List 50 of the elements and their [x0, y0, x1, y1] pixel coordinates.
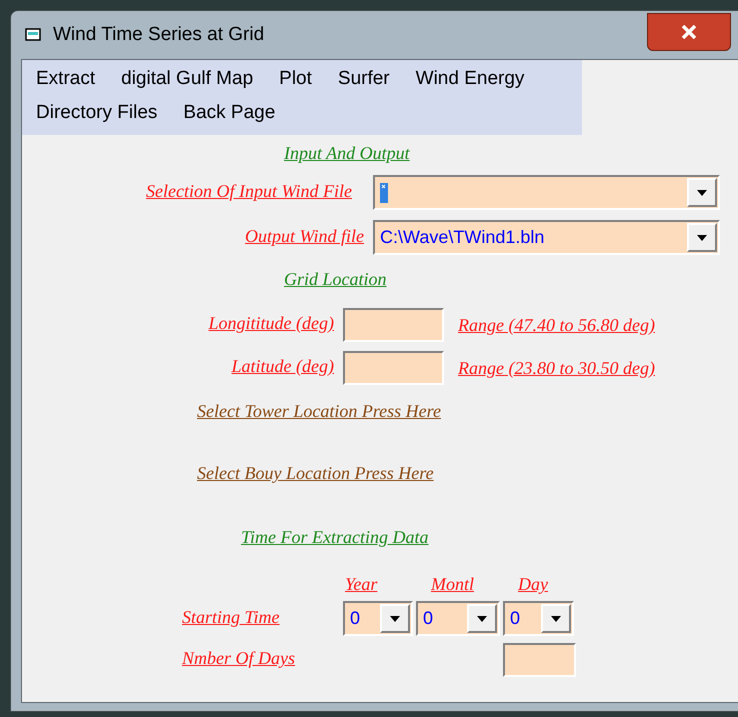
range-label: Range (23.80 to 30.50 deg): [458, 359, 655, 377]
column-header: Day: [518, 574, 548, 594]
output-file-dropdown[interactable]: C:\Wave\TWind1.bln: [373, 220, 720, 255]
column-header: Year: [345, 574, 378, 594]
dropdown-button[interactable]: [467, 604, 497, 633]
section-heading: Time For Extracting Data: [241, 527, 428, 547]
menu-item[interactable]: Directory Files: [36, 99, 158, 127]
column-header: Montl: [431, 574, 474, 594]
menu-item[interactable]: Surfer: [338, 65, 390, 93]
menu-item[interactable]: Back Page: [183, 99, 276, 127]
caret-icon: [390, 616, 400, 622]
field-label: Longititude (deg): [208, 313, 334, 333]
caret-icon: [697, 234, 707, 240]
location-link[interactable]: Select Tower Location Press Here: [197, 401, 441, 421]
range-label: Range (47.40 to 56.80 deg): [458, 316, 655, 334]
close-button[interactable]: [647, 13, 731, 51]
dropdown-button[interactable]: [541, 604, 571, 633]
menu-item[interactable]: Wind Energy: [416, 65, 524, 93]
dropdown-button[interactable]: [380, 604, 410, 633]
combo-value: C:\Wave\TWind1.bln: [380, 226, 544, 249]
dropdown-button[interactable]: [687, 223, 717, 252]
section-heading: Grid Location: [284, 269, 387, 289]
location-link[interactable]: Select Bouy Location Press Here: [197, 463, 434, 483]
field-label: Output Wind file: [245, 226, 364, 246]
date-dropdown[interactable]: 0: [416, 601, 500, 636]
combo-value: 0: [350, 607, 360, 630]
field-label: Latitude (deg): [232, 356, 334, 376]
date-dropdown[interactable]: 0: [343, 601, 413, 636]
longitude-field[interactable]: [343, 308, 444, 342]
days-field[interactable]: [503, 643, 576, 677]
latitude-field[interactable]: [343, 351, 444, 385]
field-label: Starting Time: [182, 606, 280, 626]
close-icon: [681, 25, 697, 39]
caret-icon: [551, 616, 561, 622]
dropdown-button[interactable]: [687, 178, 717, 207]
caret-icon: [697, 190, 707, 196]
date-dropdown[interactable]: 0: [503, 601, 574, 636]
text-cursor-icon: [380, 182, 388, 202]
section-heading: Input And Output: [284, 143, 410, 163]
combo-value: 0: [423, 607, 434, 630]
window-title: Wind Time Series at Grid: [53, 22, 264, 47]
menu-item[interactable]: Extract: [36, 65, 96, 93]
caret-icon: [477, 616, 487, 622]
combo-value: 0: [510, 607, 520, 630]
input-file-dropdown[interactable]: [373, 175, 720, 210]
field-label: Nmber Of Days: [182, 648, 295, 668]
window-icon: [25, 27, 43, 43]
menu-item[interactable]: digital Gulf Map: [121, 65, 254, 93]
field-label: Selection Of Input Wind File: [146, 180, 352, 200]
menu-item[interactable]: Plot: [279, 65, 312, 93]
